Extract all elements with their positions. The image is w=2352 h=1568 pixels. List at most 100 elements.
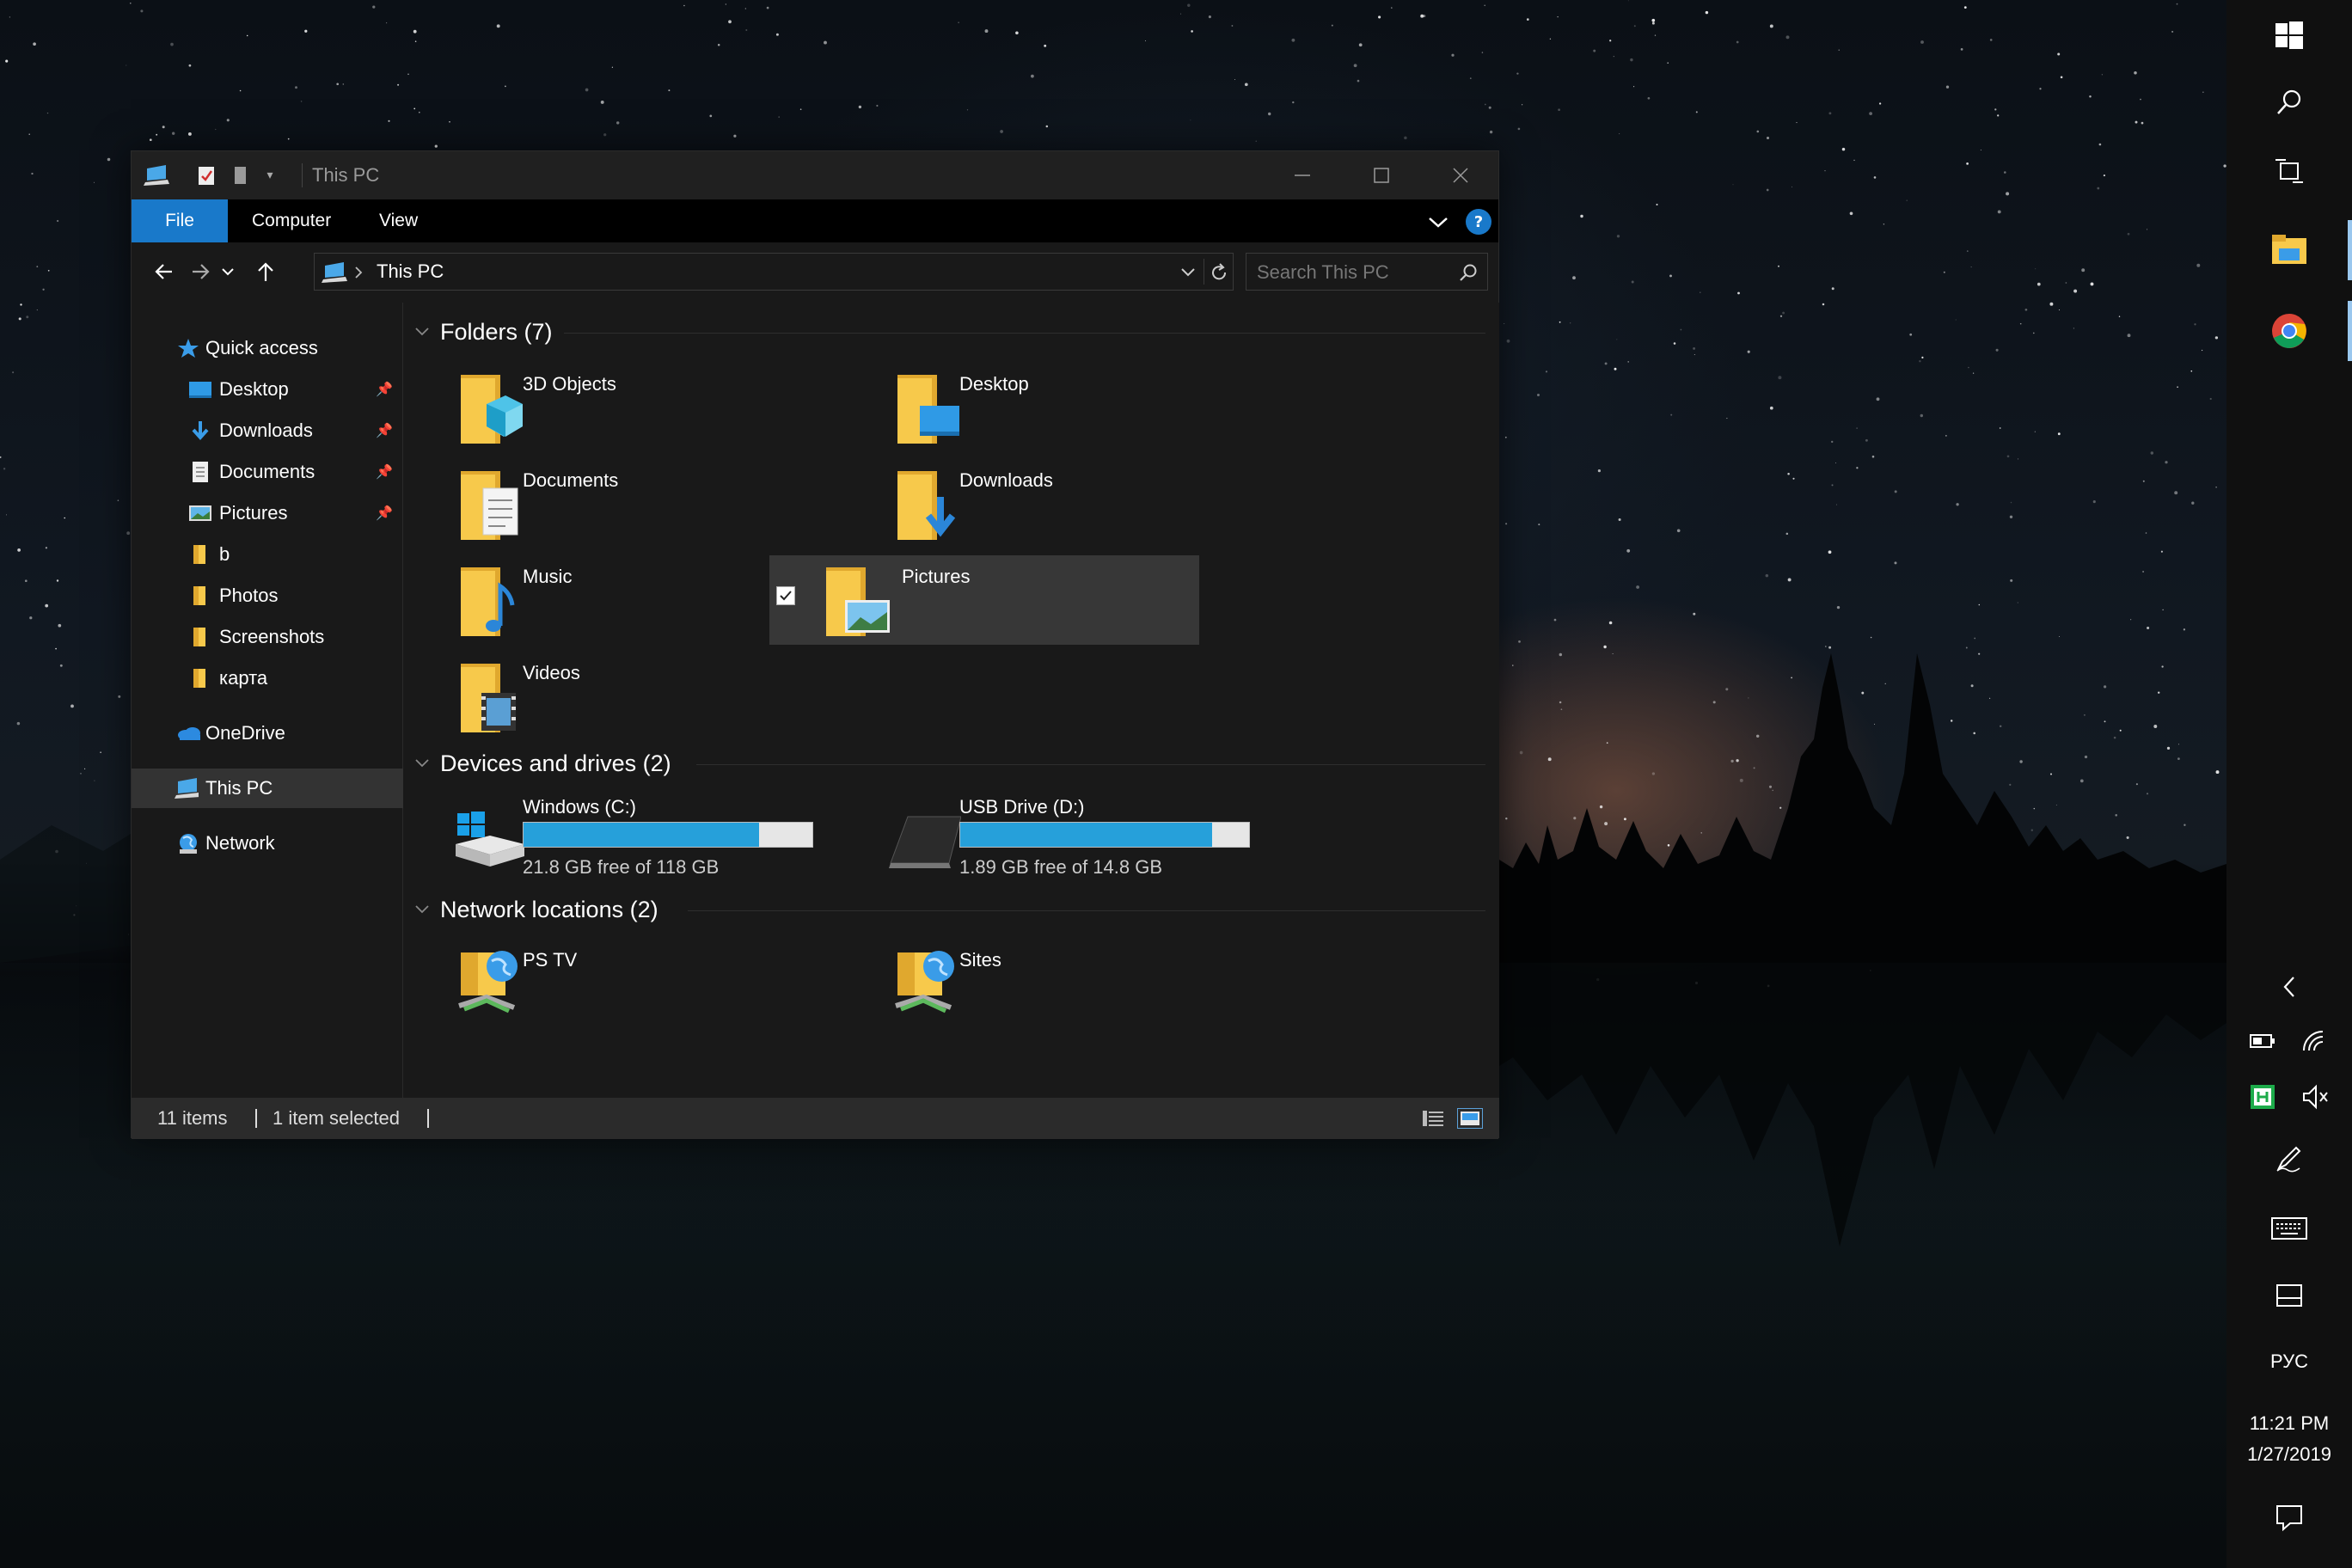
pin-icon[interactable]: 📌 [376,505,393,522]
selection-checkbox[interactable] [776,586,795,605]
battery-icon[interactable] [2249,1030,2276,1052]
arrow-up-icon [258,262,273,281]
tab-view[interactable]: View [379,199,418,242]
nav-desktop[interactable]: Desktop 📌 [132,370,403,409]
nav-label: Downloads [219,420,313,441]
nav-folder-b[interactable]: b [132,535,403,574]
folder-videos[interactable]: Videos [404,652,834,741]
address-toolbar: This PC Search This PC [132,242,1498,303]
network-group-header[interactable]: Network locations (2) [404,892,658,927]
pictures-icon [188,501,212,525]
nav-documents[interactable]: Documents 📌 [132,452,403,492]
desktop-folder-icon [897,375,959,444]
up-button[interactable] [250,256,281,287]
recent-locations-button[interactable] [216,256,240,287]
drive-windows-c[interactable]: Windows (C:) 21.8 GB free of 118 GB [404,793,834,882]
network-location-icon [458,951,518,1014]
back-button[interactable] [149,256,180,287]
arrow-left-icon [155,264,172,279]
group-divider [564,333,1485,334]
desktop-icon [188,377,212,401]
title-separator [302,163,303,187]
pin-icon[interactable]: 📌 [376,463,393,481]
customize-dropdown-icon[interactable]: ▾ [257,160,283,191]
help-button[interactable]: ? [1466,209,1491,235]
nav-quick-access[interactable]: Quick access [132,328,403,368]
details-view-icon [1423,1111,1443,1126]
network-location-ps-tv[interactable]: PS TV [404,939,834,1028]
search-box[interactable]: Search This PC [1246,253,1488,291]
content-pane: Folders (7) 3D Objects Desktop Documents… [404,303,1499,1098]
maximize-button[interactable] [1342,151,1421,199]
folder-desktop[interactable]: Desktop [841,363,1271,452]
details-view-button[interactable] [1421,1108,1445,1129]
file-explorer-taskbar-button[interactable] [2226,225,2352,275]
title-bar[interactable]: ▾ This PC [132,151,1498,199]
folder-icon [188,542,212,567]
nav-label: This PC [205,777,273,799]
nav-label: Pictures [219,502,288,524]
search-taskbar-button[interactable] [2226,81,2352,124]
devices-group-header[interactable]: Devices and drives (2) [404,746,671,781]
nav-network[interactable]: Network [132,824,403,863]
tab-file[interactable]: File [132,199,228,242]
nav-pictures[interactable]: Pictures 📌 [132,493,403,533]
this-pc-icon [142,160,173,191]
explorer-window: ▾ This PC File Computer View ? This PC S… [131,150,1499,1139]
forward-button[interactable] [185,256,216,287]
pen-workspace-button[interactable] [2226,1136,2352,1179]
drive-usb-d[interactable]: USB Drive (D:) 1.89 GB free of 14.8 GB [841,793,1271,882]
folder-downloads[interactable]: Downloads [841,459,1271,548]
properties-icon[interactable] [193,160,219,191]
clock-date[interactable]: 1/27/2019 [2226,1441,2352,1468]
nav-onedrive[interactable]: OneDrive [132,714,403,753]
touch-keyboard-button[interactable] [2226,1207,2352,1250]
folder-name: Desktop [959,373,1029,395]
nav-downloads[interactable]: Downloads 📌 [132,411,403,450]
large-icons-view-icon [1461,1112,1479,1125]
arrow-right-icon [193,264,210,279]
nav-this-pc[interactable]: This PC [132,769,403,808]
minimize-button[interactable] [1263,151,1342,199]
folder-icon [188,666,212,690]
star-icon [176,336,200,360]
status-separator [255,1109,257,1128]
show-hidden-icons-button[interactable] [2226,968,2352,1006]
tab-computer[interactable]: Computer [252,199,331,242]
wifi-icon[interactable] [2300,1028,2328,1054]
input-language[interactable]: РУС [2226,1346,2352,1377]
nav-folder-photos[interactable]: Photos [132,576,403,616]
expand-ribbon-button[interactable] [1426,210,1450,234]
start-button[interactable] [2226,14,2352,57]
pin-icon[interactable]: 📌 [376,422,393,439]
address-bar[interactable]: This PC [314,253,1234,291]
refresh-icon[interactable] [1209,262,1229,283]
app-tray-icon[interactable] [2249,1083,2276,1111]
close-button[interactable] [1421,151,1500,199]
nav-folder-karta[interactable]: карта [132,658,403,698]
ribbon: File Computer View ? [132,199,1498,242]
nav-folder-screenshots[interactable]: Screenshots [132,617,403,657]
folder-pictures[interactable]: Pictures [769,555,1199,645]
folder-icon [188,625,212,649]
network-location-sites[interactable]: Sites [841,939,1271,1028]
tiles-view-button[interactable] [1457,1108,1483,1129]
folder-documents[interactable]: Documents [404,459,834,548]
pin-icon[interactable]: 📌 [376,381,393,398]
clock-time[interactable]: 11:21 PM [2226,1410,2352,1437]
folder-name: Downloads [959,469,1053,491]
task-view-button[interactable] [2226,150,2352,193]
address-dropdown-icon[interactable] [1179,264,1197,281]
folder-3d-objects[interactable]: 3D Objects [404,363,834,452]
new-folder-icon[interactable] [228,160,254,191]
tablet-mode-button[interactable] [2226,1274,2352,1317]
chrome-taskbar-button[interactable] [2226,306,2352,356]
taskbar: РУС 11:21 PM 1/27/2019 [2226,0,2352,1568]
chevron-down-icon [415,905,429,914]
folder-icon [188,584,212,608]
action-center-button[interactable] [2226,1496,2352,1539]
drive-name: Windows (C:) [523,796,637,818]
group-divider [688,910,1485,911]
folders-group-header[interactable]: Folders (7) [404,315,553,349]
speaker-muted-icon[interactable] [2300,1083,2330,1111]
